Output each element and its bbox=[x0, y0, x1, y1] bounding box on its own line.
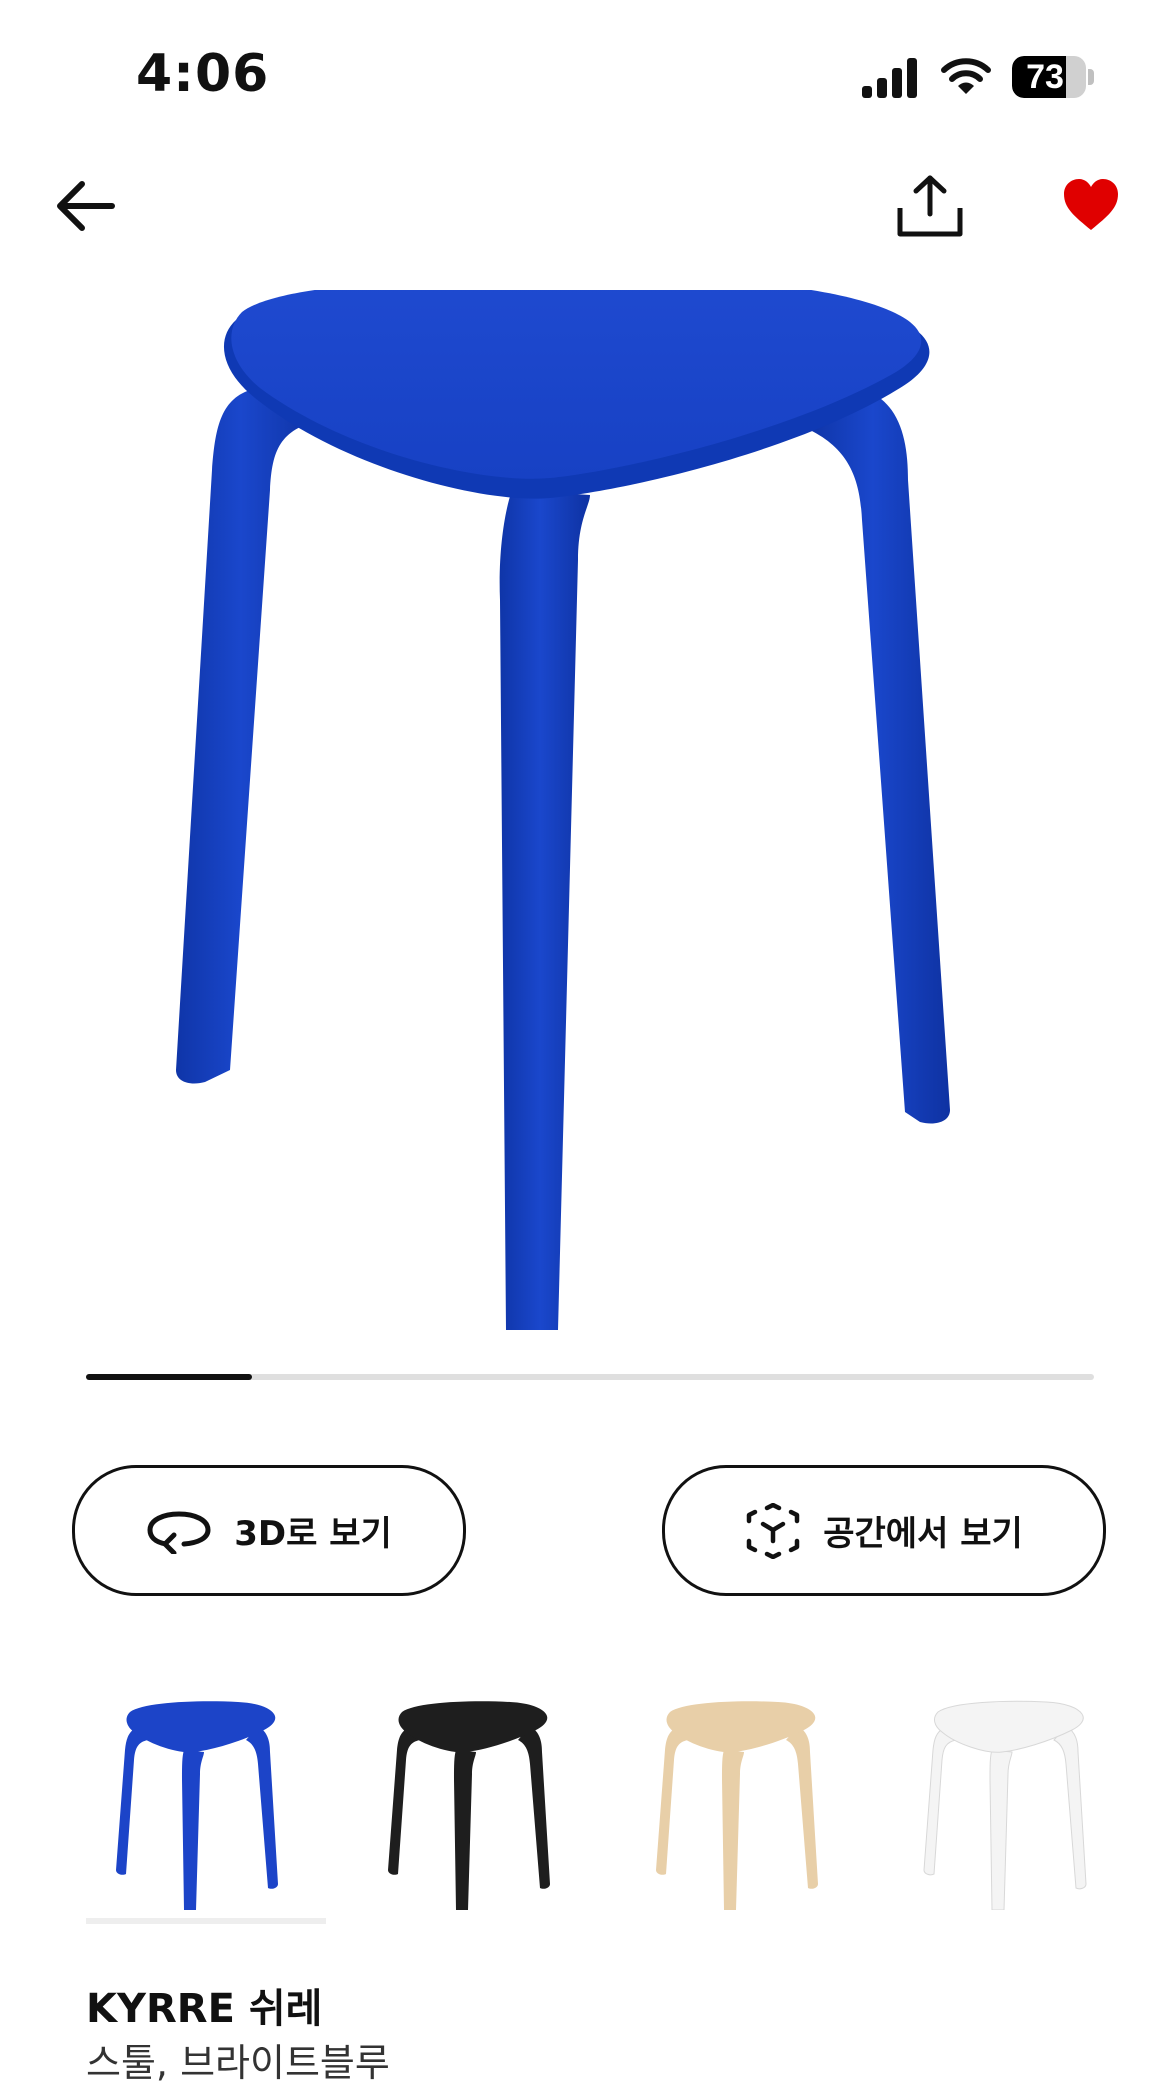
gallery-progress-track bbox=[86, 1374, 1094, 1380]
variant-thumb-birch[interactable] bbox=[648, 1700, 828, 1910]
battery-nub bbox=[1088, 69, 1094, 85]
view-3d-label: 3D로 보기 bbox=[234, 1514, 392, 1554]
rotate-3d-icon bbox=[147, 1510, 211, 1554]
product-description: 스툴, 브라이트블루 bbox=[86, 2041, 390, 2085]
share-button[interactable] bbox=[896, 174, 964, 240]
variant-thumb-blue[interactable] bbox=[108, 1700, 288, 1910]
view-in-space-button[interactable]: 공간에서 보기 bbox=[662, 1465, 1106, 1596]
back-button[interactable] bbox=[52, 178, 118, 234]
heart-filled-icon bbox=[1064, 179, 1118, 230]
status-time: 4:06 bbox=[136, 44, 270, 104]
product-image[interactable] bbox=[160, 277, 1010, 1340]
variant-thumb-black[interactable] bbox=[380, 1700, 560, 1910]
cellular-signal-icon bbox=[860, 56, 920, 98]
wifi-icon bbox=[940, 54, 992, 98]
ar-cube-icon bbox=[746, 1502, 800, 1559]
view-3d-button[interactable]: 3D로 보기 bbox=[72, 1465, 466, 1596]
view-in-space-label: 공간에서 보기 bbox=[823, 1514, 1023, 1554]
product-name: KYRRE 쉬레 bbox=[86, 1986, 323, 2032]
variant-thumb-white[interactable] bbox=[916, 1700, 1096, 1911]
gallery-progress-indicator bbox=[86, 1374, 252, 1380]
favorite-button[interactable] bbox=[1062, 178, 1120, 232]
battery-level: 73 bbox=[1026, 58, 1064, 96]
battery-indicator: 73 bbox=[1012, 56, 1094, 98]
arrow-left-icon bbox=[57, 181, 115, 231]
selected-variant-underline bbox=[86, 1918, 326, 1924]
share-upload-icon bbox=[897, 175, 963, 237]
